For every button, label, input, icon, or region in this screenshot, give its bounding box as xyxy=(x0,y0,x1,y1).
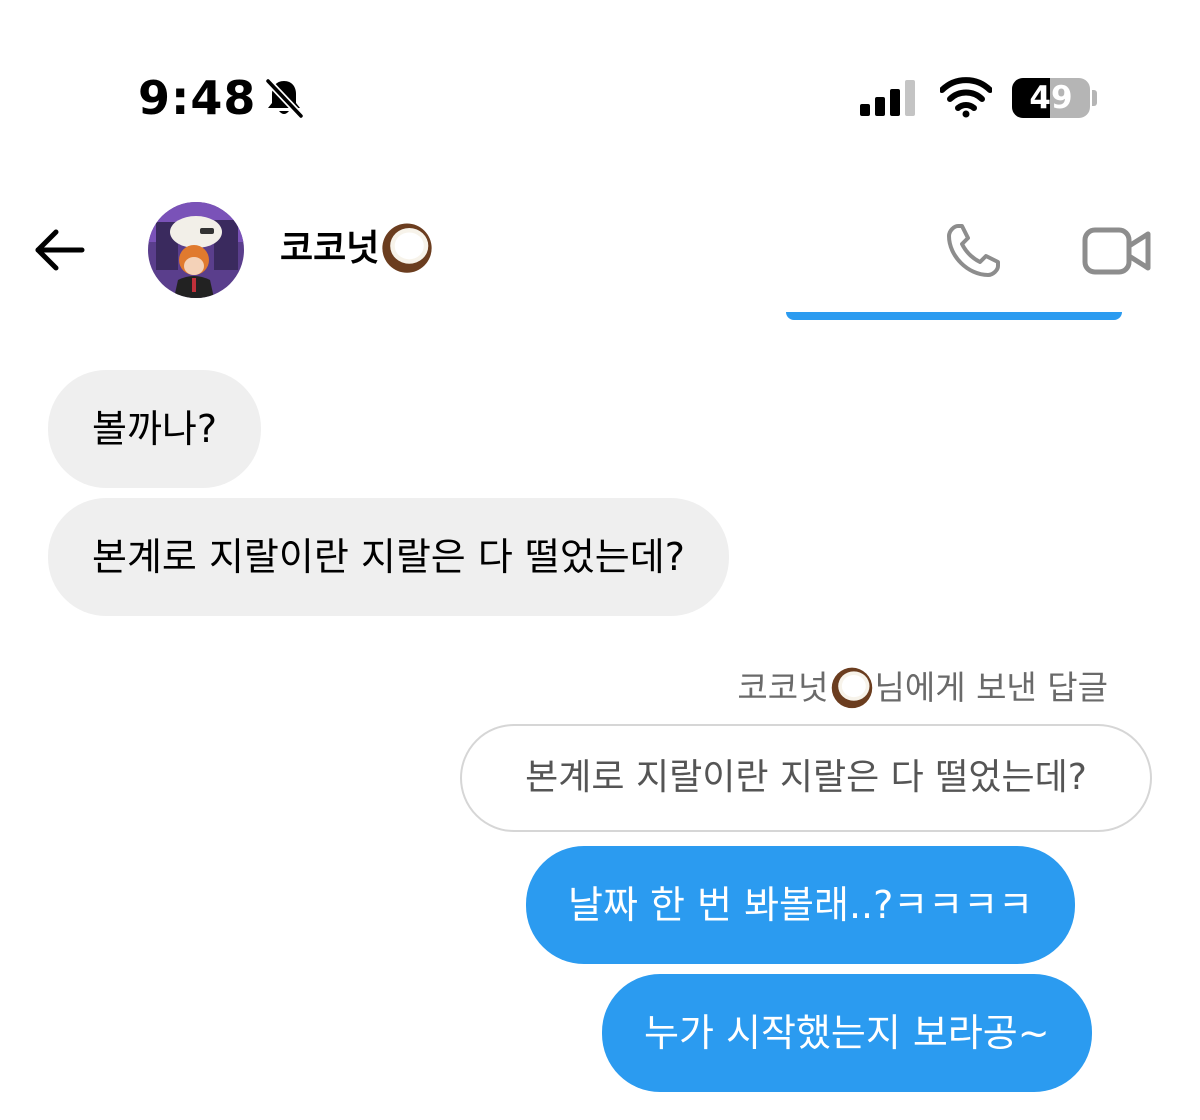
reply-quote-bubble[interactable]: 본계로 지랄이란 지랄은 다 떨었는데? xyxy=(460,724,1152,832)
cellular-signal-icon xyxy=(860,80,915,116)
battery-percentage: 49 xyxy=(1029,80,1073,116)
avatar[interactable] xyxy=(148,202,244,298)
status-time: 9:48 xyxy=(138,71,257,125)
reply-caption-name: 코코넛 xyxy=(737,668,829,707)
contact-name[interactable]: 코코넛 xyxy=(280,223,435,275)
dm-screen: 9:48 49 코코넛 볼까나? 본계로 지랄이란 지랄은 다 떨었는데? 코코… xyxy=(0,0,1200,1120)
header-accent-bar xyxy=(786,312,1122,320)
reply-caption-suffix: 님에게 보낸 답글 xyxy=(874,668,1109,707)
back-arrow-icon[interactable] xyxy=(32,222,88,278)
coconut-emoji xyxy=(831,667,872,708)
battery-icon: 49 xyxy=(1012,78,1090,118)
outgoing-message-2[interactable]: 누가 시작했는지 보라공~ xyxy=(602,974,1092,1092)
message-text: 누가 시작했는지 보라공~ xyxy=(644,1011,1050,1055)
coconut-emoji xyxy=(382,223,433,273)
reply-quote-text: 본계로 지랄이란 지랄은 다 떨었는데? xyxy=(525,757,1087,798)
incoming-message-1[interactable]: 볼까나? xyxy=(48,370,262,488)
outgoing-message-1[interactable]: 날짜 한 번 봐볼래..?ㅋㅋㅋㅋ xyxy=(526,846,1076,964)
phone-icon[interactable] xyxy=(942,220,1004,282)
bell-slash-icon xyxy=(265,78,304,119)
reply-caption: 코코넛 님에게 보낸 답글 xyxy=(737,666,1108,710)
incoming-message-2[interactable]: 본계로 지랄이란 지랄은 다 떨었는데? xyxy=(48,498,729,616)
video-call-icon[interactable] xyxy=(1082,224,1152,278)
message-text: 날짜 한 번 봐볼래..?ㅋㅋㅋㅋ xyxy=(568,883,1034,927)
contact-name-text: 코코넛 xyxy=(280,228,380,269)
battery-cap xyxy=(1092,90,1097,106)
message-text: 볼까나? xyxy=(92,407,218,451)
wifi-icon xyxy=(940,77,992,118)
avatar-image xyxy=(148,202,244,298)
message-text: 본계로 지랄이란 지랄은 다 떨었는데? xyxy=(92,535,685,579)
